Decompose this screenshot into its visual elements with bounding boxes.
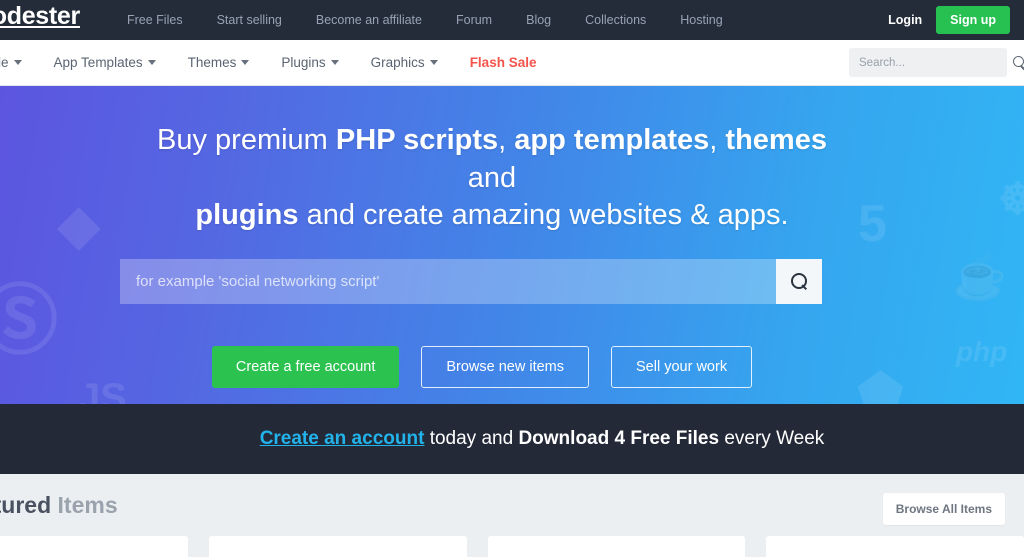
headline-bold-plugins: plugins <box>195 199 299 232</box>
featured-items-heading: Featured Items <box>0 492 118 519</box>
featured-item-card[interactable] <box>766 536 1024 557</box>
nav-item-plugins-label: Plugins <box>281 55 326 70</box>
java-watermark-icon: ☕ <box>952 253 1007 302</box>
promo-create-account-link[interactable]: Create an account <box>260 428 425 449</box>
unity-watermark-icon: ◆ <box>58 195 100 255</box>
site-logo[interactable]: Codester <box>0 2 80 31</box>
hero-search-input[interactable] <box>120 259 776 305</box>
sell-your-work-button[interactable]: Sell your work <box>611 346 753 389</box>
nav-item-graphics[interactable]: Graphics <box>355 40 454 85</box>
headline-bold-app-templates: app templates <box>514 124 710 156</box>
headline-text-2: , <box>498 124 515 156</box>
topnav-item-forum[interactable]: Forum <box>439 0 509 40</box>
featured-heading-bold: Featured <box>0 492 52 518</box>
nav-item-themes-label: Themes <box>187 55 237 70</box>
promo-mid-text: today and <box>424 428 519 449</box>
headline-bold-themes: themes <box>725 124 827 156</box>
chevron-down-icon <box>429 59 438 65</box>
html5-watermark-icon: 5 <box>858 195 887 253</box>
search-icon <box>790 273 808 290</box>
top-bar-actions: Login Sign up <box>888 0 1010 40</box>
nav-item-code-label: ode <box>0 55 9 70</box>
top-navigation: Free Files Start selling Become an affil… <box>110 0 740 40</box>
laravel-watermark-icon: ◎ <box>962 398 1006 404</box>
create-free-account-button[interactable]: Create a free account <box>211 346 400 389</box>
sign-up-button[interactable]: Sign up <box>936 6 1010 34</box>
featured-item-card[interactable] <box>208 536 467 557</box>
promo-text: Create an account today and Download 4 F… <box>260 428 825 450</box>
topnav-item-blog[interactable]: Blog <box>509 0 568 40</box>
nav-item-themes[interactable]: Themes <box>172 40 266 85</box>
headline-text-4: and <box>467 161 517 194</box>
nav-item-plugins[interactable]: Plugins <box>265 40 354 85</box>
login-link[interactable]: Login <box>888 13 922 27</box>
headline-text-3: , <box>709 124 726 156</box>
hero-cta-row: Create a free account Browse new items S… <box>120 346 844 389</box>
magento-watermark-icon: ⬟ <box>858 365 904 404</box>
promo-bold-text: Download 4 Free Files <box>518 428 720 449</box>
topnav-item-hosting[interactable]: Hosting <box>663 0 739 40</box>
nav-item-flash-sale[interactable]: Flash Sale <box>454 40 553 85</box>
category-navigation: ode App Templates Themes Plugins Graphic… <box>0 40 552 85</box>
chevron-down-icon <box>241 59 250 65</box>
hero-search-button[interactable] <box>776 259 822 305</box>
top-bar: Codester Free Files Start selling Become… <box>0 0 1024 40</box>
hero-headline: Buy premium PHP scripts, app templates, … <box>140 122 844 235</box>
drupal-watermark-icon: ☸ <box>998 175 1024 224</box>
chevron-down-icon <box>330 59 339 65</box>
search-icon[interactable] <box>1013 56 1024 69</box>
main-navigation-bar: ode App Templates Themes Plugins Graphic… <box>0 40 1024 86</box>
wordpress-watermark-icon: Ⓢ <box>0 279 58 364</box>
topnav-item-start-selling[interactable]: Start selling <box>200 0 299 40</box>
hero-section: ◆ Ⓢ JS △ 5 ☸ ☕ php ⬟ ◎ ∞ Buy premium PHP… <box>0 86 1024 404</box>
headline-text-5: and create amazing websites & apps. <box>298 199 789 232</box>
browse-all-items-button[interactable]: Browse All Items <box>882 493 1005 525</box>
featured-item-card[interactable] <box>487 536 746 557</box>
promo-tail-text: every Week <box>719 428 825 449</box>
nav-item-graphics-label: Graphics <box>370 55 425 70</box>
featured-items-grid <box>0 536 1024 557</box>
topnav-item-collections[interactable]: Collections <box>568 0 663 40</box>
hero-search-box[interactable] <box>120 259 822 305</box>
header-search-box[interactable] <box>849 48 1024 77</box>
featured-item-card[interactable] <box>0 536 188 557</box>
topnav-item-become-an-affiliate[interactable]: Become an affiliate <box>299 0 439 40</box>
php-watermark-icon: php <box>956 336 1008 367</box>
nav-item-app-templates-label: App Templates <box>53 55 143 70</box>
promo-banner: Create an account today and Download 4 F… <box>0 404 1024 474</box>
featured-items-section: Featured Items Browse All Items <box>0 474 1024 557</box>
chevron-down-icon <box>13 59 22 65</box>
header-search-input[interactable] <box>859 56 1013 69</box>
headline-bold-php-scripts: PHP scripts <box>335 124 499 156</box>
chevron-down-icon <box>147 59 156 65</box>
headline-text-1: Buy premium <box>157 124 336 156</box>
browse-new-items-button[interactable]: Browse new items <box>421 346 590 389</box>
nav-item-code[interactable]: ode <box>0 40 38 85</box>
topnav-item-free-files[interactable]: Free Files <box>110 0 200 40</box>
nav-item-app-templates[interactable]: App Templates <box>38 40 172 85</box>
featured-heading-light: Items <box>51 492 118 518</box>
